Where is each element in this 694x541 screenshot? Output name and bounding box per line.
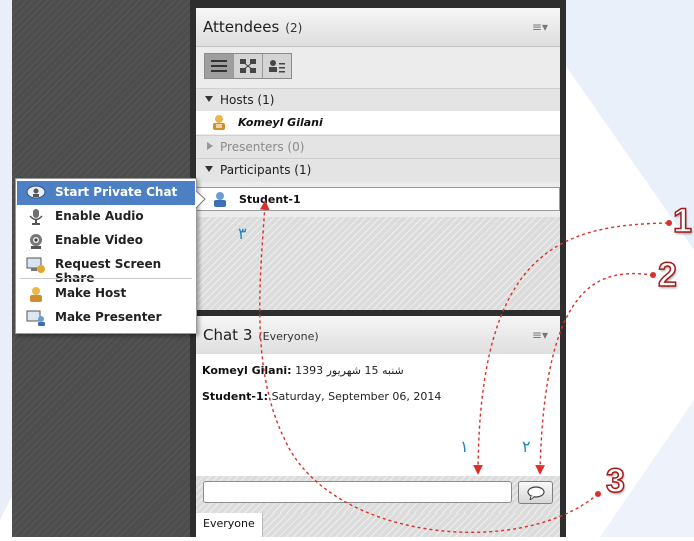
attendees-menu-icon[interactable]: ≡▾ <box>532 20 548 34</box>
private-chat-icon <box>26 185 46 199</box>
screen-share-icon <box>26 257 45 273</box>
menu-item-start-private-chat[interactable]: Start Private Chat <box>17 181 195 205</box>
group-hosts[interactable]: Hosts (1) <box>196 88 560 112</box>
chat-title: Chat 3 <box>203 326 253 344</box>
menu-item-enable-video[interactable]: Enable Video <box>17 229 195 253</box>
group-participants[interactable]: Participants (1) <box>196 158 560 182</box>
annotation-number-2: 2 <box>657 255 677 295</box>
chat-tab-bar: Everyone <box>196 513 560 537</box>
host-icon <box>213 115 225 130</box>
annotation-number-1: 1 <box>672 201 692 241</box>
chat-input[interactable] <box>203 481 512 503</box>
group-presenters[interactable]: Presenters (0) <box>196 135 560 159</box>
breakout-view-button[interactable] <box>234 54 263 78</box>
menu-separator <box>20 278 192 279</box>
attendee-context-menu: Start Private Chat Enable Audio Enable V… <box>15 178 197 334</box>
attendees-empty-area <box>196 217 560 310</box>
chat-scope: (Everyone) <box>258 330 319 343</box>
annotation-label-persian-1: ۱ <box>460 437 469 456</box>
participant-icon <box>214 192 226 207</box>
chat-header: Chat 3 (Everyone) ≡▾ <box>196 316 560 355</box>
attendees-header: Attendees (2) ≡▾ <box>196 8 560 47</box>
connect-meeting-window: Attendees (2) ≡▾ Hosts (1) Komeyl Gilani <box>190 0 566 537</box>
attendee-host-row[interactable]: Komeyl Gilani <box>196 111 560 134</box>
chat-message: Student-1: Saturday, September 06, 2014 <box>202 390 442 403</box>
menu-pointer-icon <box>195 190 206 209</box>
menu-item-enable-audio[interactable]: Enable Audio <box>17 205 195 229</box>
send-message-button[interactable] <box>518 481 553 504</box>
view-toolbar <box>204 53 292 79</box>
attendees-title: Attendees <box>203 18 280 36</box>
menu-item-make-presenter[interactable]: Make Presenter <box>17 306 195 330</box>
attendees-panel: Attendees (2) ≡▾ Hosts (1) Komeyl Gilani <box>196 8 560 310</box>
breakout-view-icon <box>240 59 256 73</box>
menu-item-make-host[interactable]: Make Host <box>17 282 195 306</box>
presenter-icon <box>26 310 45 326</box>
tab-everyone[interactable]: Everyone <box>196 513 263 537</box>
chat-panel: Chat 3 (Everyone) ≡▾ Komeyl Gilani: شنبه … <box>196 316 560 537</box>
attendees-count: (2) <box>285 21 303 35</box>
menu-item-request-screen-share[interactable]: Request Screen Share <box>17 253 195 285</box>
microphone-icon <box>29 209 43 225</box>
attendee-participant-row[interactable]: Student-1 <box>196 187 560 211</box>
chat-message: Komeyl Gilani: شنبه 15 شهریور 1393 <box>202 364 404 377</box>
annotation-label-persian-2: ۲ <box>522 437 531 456</box>
chat-message-list: Komeyl Gilani: شنبه 15 شهریور 1393 Stude… <box>196 354 560 476</box>
speech-bubble-icon <box>527 486 545 500</box>
expand-triangle-icon <box>205 96 213 102</box>
collapsed-triangle-icon <box>207 142 213 150</box>
chat-menu-icon[interactable]: ≡▾ <box>532 328 548 342</box>
list-view-icon <box>211 60 227 72</box>
host-icon <box>30 287 42 302</box>
annotation-label-persian-3: ۳ <box>238 224 247 243</box>
expand-triangle-icon <box>205 166 213 172</box>
status-view-button[interactable] <box>263 54 291 78</box>
list-view-button[interactable] <box>205 54 234 78</box>
annotation-number-3: 3 <box>605 461 625 501</box>
status-view-icon <box>269 60 285 73</box>
webcam-icon <box>30 234 42 249</box>
